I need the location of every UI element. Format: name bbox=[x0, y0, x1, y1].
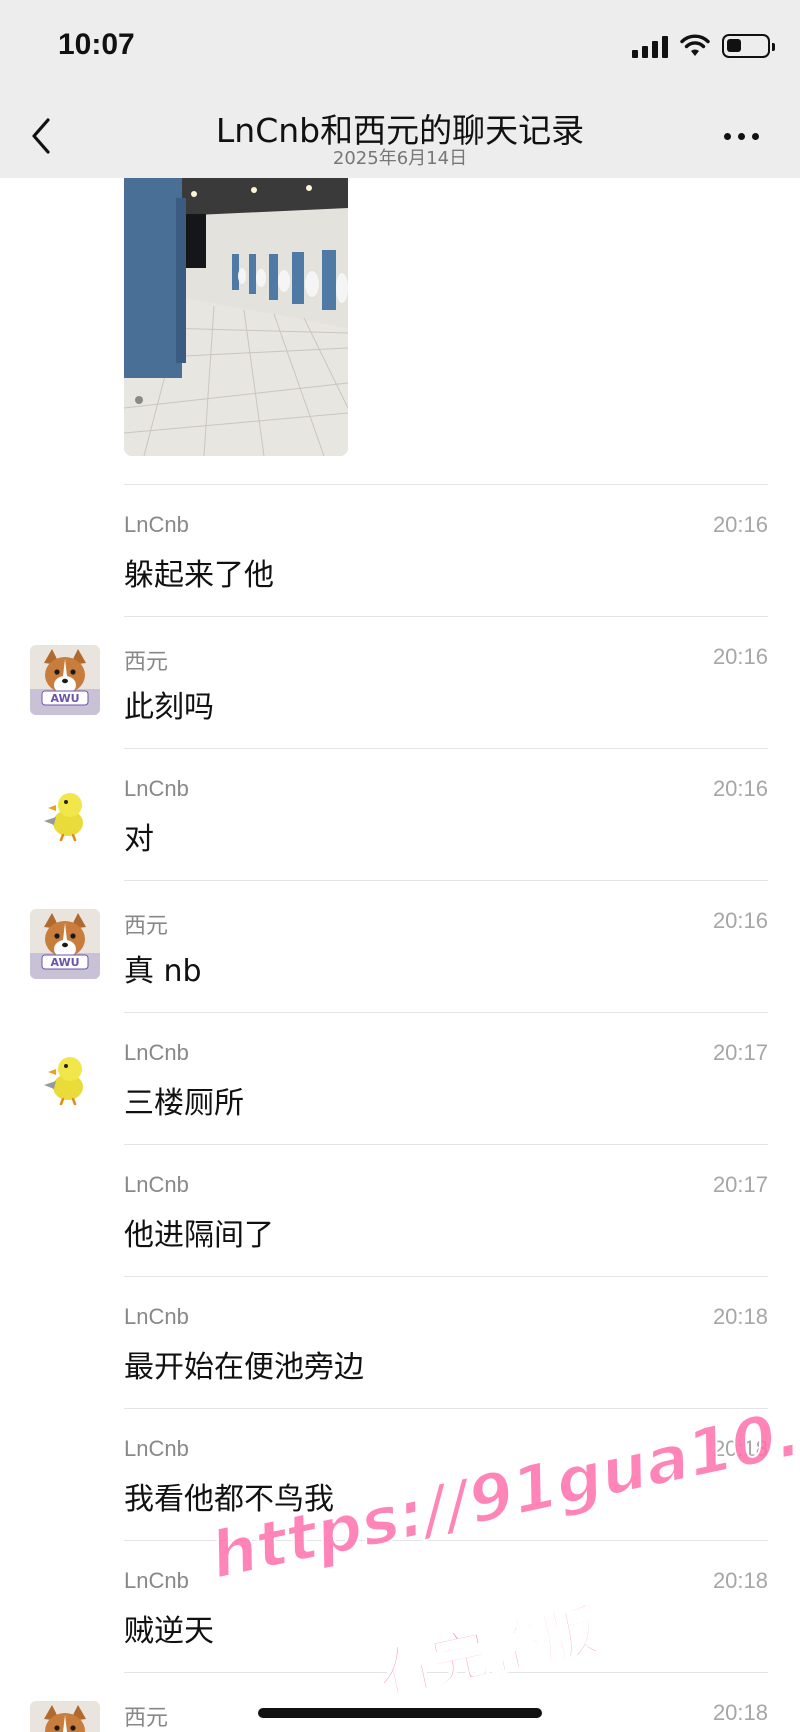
message-row: LnCnb 20:17 三楼厕所 bbox=[0, 1012, 800, 1144]
message-row: AWU 西元 20:16 此刻吗 bbox=[0, 616, 800, 748]
message-time: 20:16 bbox=[712, 908, 768, 933]
message-sender: 西元 bbox=[124, 1705, 169, 1730]
message-sender: LnCnb bbox=[124, 1040, 189, 1065]
message-row: LnCnb 20:18 我看他都不鸟我 bbox=[0, 1408, 800, 1540]
message-row: AWU 西元 20:18 bbox=[0, 1672, 800, 1732]
message-text: 三楼厕所 bbox=[124, 1086, 244, 1121]
message-list: LnCnb 20:16 躲起来了他 AWU 西元 20:16 此刻吗 LnCnb 20:1… bbox=[0, 484, 800, 1732]
message-sender: LnCnb bbox=[124, 1436, 189, 1461]
duck-avatar[interactable] bbox=[30, 1041, 100, 1111]
dog-avatar[interactable]: AWU bbox=[30, 1701, 100, 1732]
message-row: AWU 西元 20:16 真 nb bbox=[0, 880, 800, 1012]
svg-text:AWU: AWU bbox=[50, 692, 79, 705]
message-sender: LnCnb bbox=[124, 1172, 189, 1197]
message-sender: LnCnb bbox=[124, 776, 189, 801]
more-options-button[interactable] bbox=[724, 124, 764, 148]
message-text: 我看他都不鸟我 bbox=[124, 1482, 334, 1517]
restroom-photo[interactable] bbox=[124, 178, 348, 456]
message-separator bbox=[124, 484, 768, 485]
message-row: LnCnb 20:18 最开始在便池旁边 bbox=[0, 1276, 800, 1408]
message-row: LnCnb 20:17 他进隔间了 bbox=[0, 1144, 800, 1276]
message-sender: 西元 bbox=[124, 649, 169, 674]
message-row: LnCnb 20:16 对 bbox=[0, 748, 800, 880]
message-separator bbox=[124, 1540, 768, 1541]
more-dot-icon bbox=[724, 132, 731, 140]
message-time: 20:18 bbox=[712, 1436, 768, 1461]
message-text: 贼逆天 bbox=[124, 1614, 214, 1649]
message-text: 最开始在便池旁边 bbox=[124, 1350, 364, 1385]
message-row: LnCnb 20:18 贼逆天 bbox=[0, 1540, 800, 1672]
chat-record-date: 2025年6月14日 bbox=[332, 148, 468, 169]
message-text: 躲起来了他 bbox=[124, 558, 274, 593]
message-text: 真 nb bbox=[124, 954, 202, 989]
message-time: 20:16 bbox=[712, 512, 768, 537]
message-separator bbox=[124, 1408, 768, 1409]
status-icons bbox=[632, 34, 775, 58]
battery-icon bbox=[722, 34, 775, 58]
message-separator bbox=[124, 748, 768, 749]
more-dot-icon bbox=[738, 132, 745, 140]
top-bar: 10:07 LnCnb和西元的聊天记录 2025年6月14日 bbox=[0, 0, 800, 178]
message-sender: LnCnb bbox=[124, 512, 189, 537]
message-sender: LnCnb bbox=[124, 1304, 189, 1329]
dog-avatar[interactable]: AWU bbox=[30, 909, 100, 979]
message-text: 对 bbox=[124, 822, 154, 857]
message-separator bbox=[124, 1672, 768, 1673]
message-time: 20:17 bbox=[712, 1040, 768, 1065]
more-dot-icon bbox=[752, 132, 759, 140]
message-text: 他进隔间了 bbox=[124, 1218, 274, 1253]
message-separator bbox=[124, 880, 768, 881]
message-time: 20:17 bbox=[712, 1172, 768, 1197]
message-text: 此刻吗 bbox=[124, 690, 214, 725]
message-sender: LnCnb bbox=[124, 1568, 189, 1593]
status-time: 10:07 bbox=[58, 28, 135, 61]
svg-text:AWU: AWU bbox=[50, 956, 79, 969]
message-row: LnCnb 20:16 躲起来了他 bbox=[0, 484, 800, 616]
message-time: 20:18 bbox=[712, 1304, 768, 1329]
message-separator bbox=[124, 1276, 768, 1277]
message-separator bbox=[124, 1012, 768, 1013]
dog-avatar[interactable]: AWU bbox=[30, 645, 100, 715]
message-time: 20:18 bbox=[712, 1568, 768, 1593]
message-time: 20:16 bbox=[712, 776, 768, 801]
message-sender: 西元 bbox=[124, 913, 169, 938]
message-separator bbox=[124, 616, 768, 617]
cellular-signal-icon bbox=[632, 34, 668, 58]
duck-avatar[interactable] bbox=[30, 777, 100, 847]
message-time: 20:18 bbox=[712, 1700, 768, 1725]
wifi-icon bbox=[680, 34, 710, 56]
message-separator bbox=[124, 1144, 768, 1145]
message-time: 20:16 bbox=[712, 644, 768, 669]
home-indicator[interactable] bbox=[258, 1708, 542, 1718]
